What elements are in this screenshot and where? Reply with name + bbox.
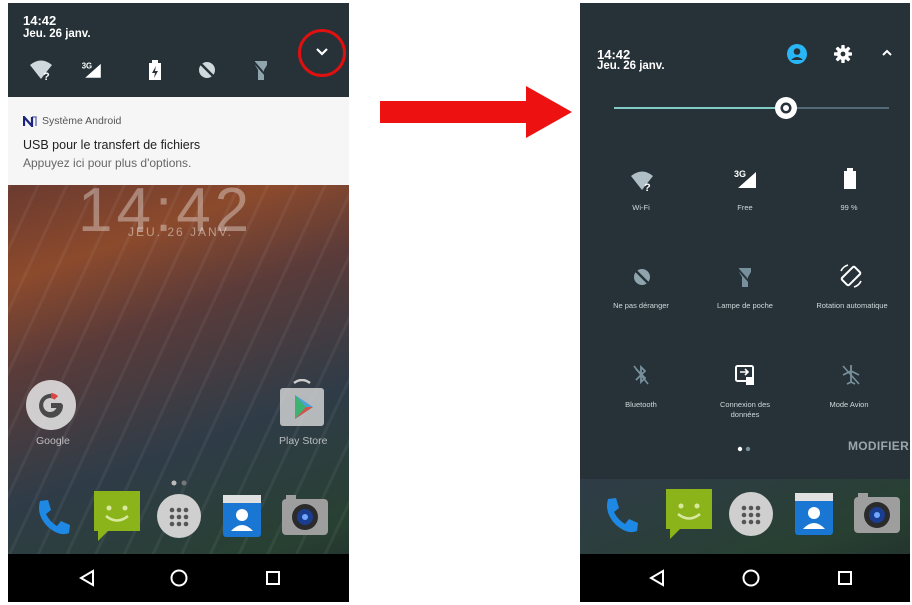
play-store-app[interactable] [276,378,328,431]
do-not-disturb-icon[interactable] [194,57,220,83]
tile-do-not-disturb[interactable]: Ne pas déranger [586,261,696,321]
home-icon[interactable] [741,568,761,588]
tile-bluetooth[interactable]: Bluetooth [586,360,696,424]
tile-flashlight[interactable]: Lampe de poche [690,261,800,321]
tile-battery-label: 99 % [840,203,858,212]
phone-before: 14:42 JEU. 26 JANV. Google Play Store 14… [8,3,349,602]
home-icon[interactable] [169,568,189,588]
tile-data-connection-label: Connexion des données [719,400,771,419]
tile-airplane-mode-label: Mode Avion [829,400,869,409]
quick-settings-panel: 14:42 Jeu. 26 janv. ? Wi-Fi 3G Free 99 %… [580,3,910,479]
tile-mobile-data-label: Free [737,203,753,212]
contacts-icon[interactable] [220,493,264,539]
navigation-bar [8,554,349,602]
battery-icon[interactable] [142,57,168,83]
panel-date: Jeu. 26 janv. [597,60,665,72]
panel-page-indicator [737,446,751,452]
data-connection-icon [735,365,754,385]
tile-do-not-disturb-label: Ne pas déranger [613,301,669,310]
airplane-mode-icon [842,365,860,385]
play-store-icon [280,378,324,426]
edit-button[interactable]: MODIFIER [848,439,909,453]
flashlight-icon[interactable] [248,57,274,83]
status-time: 14:42 [23,13,57,28]
lockscreen-date: JEU. 26 JANV. [128,225,233,239]
expand-button[interactable] [298,29,346,77]
tile-wifi[interactable]: ? Wi-Fi [586,163,696,223]
auto-rotate-icon [840,264,862,288]
chevron-down-icon [316,48,328,56]
camera-icon[interactable] [280,493,330,539]
signal-3g-label: 3G [82,61,92,70]
tile-bluetooth-label: Bluetooth [625,400,657,409]
app-drawer-icon[interactable] [728,491,774,537]
notification-app-name: Système Android [42,115,122,127]
tile-mobile-data[interactable]: 3G Free [690,163,800,223]
settings-gear-icon[interactable] [833,44,853,64]
tile-battery[interactable]: 99 % [794,163,904,223]
chevron-up-icon[interactable] [880,47,894,59]
bluetooth-icon [633,364,649,385]
play-store-app-label: Play Store [279,435,328,447]
transition-arrow-icon [380,86,572,138]
phone-after: 14:42 Jeu. 26 janv. ? Wi-Fi 3G Free 99 %… [580,3,910,602]
google-app-label: Google [36,435,70,447]
svg-text:?: ? [43,71,50,83]
tile-airplane-mode[interactable]: Mode Avion [794,360,904,424]
back-icon[interactable] [648,569,666,587]
app-drawer-icon[interactable] [156,493,202,539]
quick-settings-row: ? 3G [8,57,270,83]
signal-3g-label: 3G [734,169,746,179]
tile-data-connection[interactable]: Connexion des données [690,360,800,424]
camera-icon[interactable] [852,491,902,537]
tile-auto-rotate[interactable]: Rotation automatique [794,261,910,321]
brightness-slider[interactable] [614,96,889,120]
status-shade[interactable]: 14:42 Jeu. 26 janv. ? 3G [8,3,349,97]
google-icon [26,380,76,430]
notification-body: Appuyez ici pour plus d'options. [23,156,192,170]
wifi-unknown-icon[interactable]: ? [28,57,54,83]
messaging-icon[interactable] [92,489,142,543]
svg-text:?: ? [644,182,651,194]
recents-icon[interactable] [264,569,282,587]
back-icon[interactable] [78,569,96,587]
tile-auto-rotate-label: Rotation automatique [816,301,888,310]
signal-3g-icon: 3G [734,169,756,188]
navigation-bar [580,554,910,602]
account-icon[interactable] [786,43,808,65]
messaging-icon[interactable] [664,487,714,541]
home-dock [580,485,910,545]
phone-icon[interactable] [30,495,74,539]
tile-wifi-label: Wi-Fi [632,203,650,212]
do-not-disturb-icon [633,268,651,286]
contacts-icon[interactable] [792,491,836,537]
notification-title: USB pour le transfert de fichiers [23,138,201,152]
signal-3g-icon[interactable]: 3G [80,57,106,83]
phone-icon[interactable] [598,493,642,537]
wifi-unknown-icon: ? [631,171,653,194]
home-dock [8,487,349,547]
brightness-icon[interactable] [775,97,797,119]
tile-flashlight-label: Lampe de poche [717,301,773,310]
recents-icon[interactable] [836,569,854,587]
usb-notification[interactable]: Système Android USB pour le transfert de… [8,97,349,185]
status-date: Jeu. 26 janv. [23,28,91,40]
battery-icon [844,168,856,189]
android-n-icon [23,116,37,127]
flashlight-icon [736,267,754,287]
